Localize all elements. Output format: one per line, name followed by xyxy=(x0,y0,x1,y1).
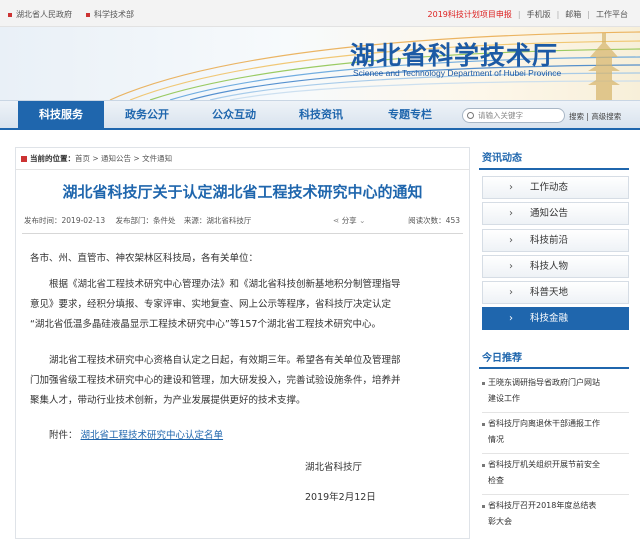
search-icon xyxy=(467,112,474,119)
article-meta: 发布时间：2019-02-13 发布部门：条件处 来源：湖北省科技厅 ⋖ 分享 … xyxy=(24,215,462,226)
location-icon xyxy=(21,156,27,162)
nav-gongzhong-hudong[interactable]: 公众互动 xyxy=(190,101,278,129)
sidebar: 资讯动态 › 工作动态 › 通知公告 › 科技前沿 › 科技人物 › 科普天地 › 科技金融 xyxy=(479,147,629,330)
banner: 湖北省科学技术厅 Science and Technology Departme… xyxy=(0,27,640,100)
news-item[interactable]: 省科技厅机关组织开展节前安全 检查 xyxy=(479,457,629,489)
article-title: 湖北省科技厅关于认定湖北省工程技术研究中心的通知 xyxy=(62,183,423,201)
paragraph-2-line-1: 湖北省工程技术研究中心资格自认定之日起，有效期三年。希望各有关单位及管理部 xyxy=(49,355,401,366)
chevron-right-icon: › xyxy=(509,182,513,193)
today-heading: 今日推荐 xyxy=(479,348,629,369)
nav-keji-fuwu[interactable]: 科技服务 xyxy=(18,101,104,129)
chevron-right-icon: › xyxy=(509,287,513,298)
publish-date: 发布时间：2019-02-13 xyxy=(24,216,106,225)
search-input[interactable]: 请输入关键字 xyxy=(462,108,565,123)
view-count: 阅读次数：453 xyxy=(408,216,460,225)
news-item[interactable]: 王晓东调研指导省政府门户网站 建设工作 xyxy=(479,375,629,407)
news-item[interactable]: 省科技厅向离退休干部通报工作 情况 xyxy=(479,416,629,448)
chevron-right-icon: › xyxy=(509,261,513,272)
nav-keji-zixun[interactable]: 科技资讯 xyxy=(278,101,364,129)
sidebar-item-notices[interactable]: › 通知公告 xyxy=(482,202,629,225)
breadcrumb: 当前的位置：首页 > 通知公告 > 文件通知 xyxy=(16,148,469,170)
attachment: 附件： 湖北省工程技术研究中心认定名单 xyxy=(49,430,224,441)
advanced-search-link[interactable]: 高级搜索 xyxy=(591,112,621,121)
divider xyxy=(22,233,463,234)
bullet-icon xyxy=(482,382,485,385)
main-nav: 科技服务 政务公开 公众互动 科技资讯 专题专栏 请输入关键字 搜索 | 高级搜… xyxy=(0,100,640,130)
paragraph-2-line-2: 门加强省级工程技术研究中心的建设和管理，加大研发投入，完善试验设施条件，培养并 xyxy=(30,375,401,386)
salutation: 各市、州、直管市、神农架林区科技局，各有关单位： xyxy=(30,253,259,264)
paragraph-1-line-2: 意见》要求，经积分填报、专家评审、实地复查、网上公示等程序，省科技厅决定认定 xyxy=(30,299,392,310)
today-recommended: 今日推荐 王晓东调研指导省政府门户网站 建设工作 省科技厅向离退休干部通报工作 … xyxy=(479,348,629,526)
bullet-icon xyxy=(482,505,485,508)
publish-source: 来源：湖北省科技厅 xyxy=(183,216,252,225)
nav-zhuanti-zhuanlan[interactable]: 专题专栏 xyxy=(364,101,456,129)
paragraph-1-line-3: “湖北省低温多晶硅液晶显示工程技术研究中心”等157个湖北省工程技术研究中心。 xyxy=(30,319,381,330)
article-panel: 当前的位置：首页 > 通知公告 > 文件通知 湖北省科技厅关于认定湖北省工程技术… xyxy=(15,147,470,539)
sidebar-item-finance[interactable]: › 科技金融 xyxy=(482,307,629,330)
sidebar-item-popular-science[interactable]: › 科普天地 xyxy=(482,281,629,304)
workbench-link[interactable]: 工作平台 xyxy=(596,9,628,20)
tower-icon xyxy=(588,33,620,100)
most-link[interactable]: 科学技术部 xyxy=(86,9,134,20)
top-bar: 湖北省人民政府 科学技术部 2019科技计划项目申报 | 手机版 | 邮箱 | … xyxy=(0,0,640,27)
chevron-right-icon: › xyxy=(509,208,513,219)
search-button[interactable]: 搜索 xyxy=(569,112,584,121)
share-icon: ⋖ xyxy=(333,216,340,225)
gov-link[interactable]: 湖北省人民政府 xyxy=(8,9,72,20)
sidebar-item-work-news[interactable]: › 工作动态 xyxy=(482,176,629,199)
news-item[interactable]: 省科技厅召开2018年度总结表 彰大会 xyxy=(479,498,629,530)
bullet-icon xyxy=(8,12,12,17)
paragraph-2-line-3: 聚集人才，带动行业技术创新，为产业发展提供更好的技术支撑。 xyxy=(30,395,306,406)
breadcrumb-path[interactable]: 首页 > 通知公告 > 文件通知 xyxy=(75,154,172,163)
sidebar-item-frontier[interactable]: › 科技前沿 xyxy=(482,229,629,252)
signature-org: 湖北省科技厅 xyxy=(305,462,363,473)
nav-zhengwu-gongkai[interactable]: 政务公开 xyxy=(104,101,190,129)
publish-dept: 发布部门：条件处 xyxy=(115,216,176,225)
signature-date: 2019年2月12日 xyxy=(305,492,376,503)
sidebar-item-people[interactable]: › 科技人物 xyxy=(482,255,629,278)
chevron-down-icon: ⌄ xyxy=(359,216,366,225)
bullet-icon xyxy=(482,464,485,467)
bullet-icon xyxy=(482,423,485,426)
mobile-link[interactable]: 手机版 xyxy=(527,9,551,20)
sidebar-heading: 资讯动态 xyxy=(479,147,629,170)
chevron-right-icon: › xyxy=(509,235,513,246)
bullet-icon xyxy=(86,12,90,17)
notice-link[interactable]: 2019科技计划项目申报 xyxy=(428,9,512,20)
share-button[interactable]: ⋖ 分享 ⌄ xyxy=(333,215,365,226)
site-subtitle: Science and Technology Department of Hub… xyxy=(353,68,562,78)
attachment-link[interactable]: 湖北省工程技术研究中心认定名单 xyxy=(81,430,224,441)
paragraph-1-line-1: 根据《湖北省工程技术研究中心管理办法》和《湖北省科技创新基地积分制管理指导 xyxy=(49,279,401,290)
mail-link[interactable]: 邮箱 xyxy=(565,9,581,20)
chevron-right-icon: › xyxy=(509,313,513,324)
site-title: 湖北省科学技术厅 xyxy=(350,41,559,70)
